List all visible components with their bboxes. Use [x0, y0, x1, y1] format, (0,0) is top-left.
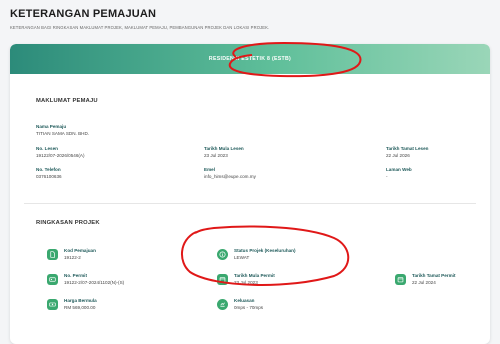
project-code-label: Kod Pemajuan	[64, 248, 96, 253]
page-header: KETERANGAN PEMAJUAN KETERANGAN BAGI RING…	[10, 8, 490, 30]
area-field: Keluasan 0mps - 70mps	[234, 298, 263, 310]
developer-name-label: Nama Pemaju	[36, 124, 67, 129]
project-status-label: Status Projek (Keseluruhan)	[234, 248, 296, 253]
license-end-value: 22 Jul 2026	[386, 152, 410, 158]
project-status-field: Status Projek (Keseluruhan) LEWAT	[234, 248, 296, 260]
area-icon	[217, 299, 228, 310]
project-status-value: LEWAT	[234, 254, 250, 260]
page-subtitle: KETERANGAN BAGI RINGKASAN MAKLUMAT PROJE…	[10, 25, 270, 30]
permit-start-value: 23 Jul 2023	[234, 279, 258, 285]
developer-name-field: Nama Pemaju TITIAN SAMA SDN. BHD.	[36, 124, 89, 136]
phone-field: No. Telefon 0376100636	[36, 167, 62, 179]
developer-name-value: TITIAN SAMA SDN. BHD.	[36, 130, 90, 136]
email-label: Emel	[204, 167, 215, 172]
calendar-end-icon	[395, 274, 406, 285]
license-end-label: Tarikh Tamat Lesen	[386, 146, 429, 151]
price-field: Harga Bermula RM 569,000.00	[64, 298, 97, 310]
website-value: -	[386, 173, 388, 179]
project-summary-section: RINGKASAN PROJEK Kod Pemajuan 19122-2 St…	[24, 209, 476, 344]
price-label: Harga Bermula	[64, 298, 97, 303]
website-label: Laman Web	[386, 167, 412, 172]
email-value[interactable]: info_hims@eupe.com.my	[204, 174, 256, 179]
phone-label: No. Telefon	[36, 167, 61, 172]
permit-end-label: Tarikh Tamat Permit	[412, 273, 456, 278]
license-start-value: 23 Jul 2023	[204, 152, 228, 158]
project-name: RESIDENSI ESTETIK 8 (ESTB)	[208, 56, 292, 62]
project-summary-title: RINGKASAN PROJEK	[36, 220, 100, 226]
permit-end-value: 22 Jul 2024	[412, 279, 436, 285]
page-title: KETERANGAN PEMAJUAN	[10, 8, 157, 20]
permit-start-field: Tarikh Mula Permit 23 Jul 2023	[234, 273, 275, 285]
license-field: No. Lesen 19122/07-2026/0546(A)	[36, 146, 85, 158]
license-label: No. Lesen	[36, 146, 58, 151]
website-field: Laman Web -	[386, 167, 412, 179]
license-end-field: Tarikh Tamat Lesen 22 Jul 2026	[386, 146, 428, 158]
permit-label: No. Permit	[64, 273, 87, 278]
license-value: 19122/07-2026/0546(A)	[36, 152, 85, 158]
project-card: RESIDENSI ESTETIK 8 (ESTB) MAKLUMAT PEMA…	[10, 44, 490, 344]
project-code-value: 19122-2	[64, 254, 81, 260]
email-field: Emel info_hims@eupe.com.my	[204, 167, 256, 179]
permit-start-label: Tarikh Mula Permit	[234, 273, 275, 278]
permit-value: 19122-2/07-2024/1102(N)-(S)	[64, 279, 125, 285]
project-band: RESIDENSI ESTETIK 8 (ESTB)	[10, 44, 490, 74]
area-label: Keluasan	[234, 298, 255, 303]
area-value: 0mps - 70mps	[234, 304, 264, 310]
license-start-label: Tarikh Mula Lesen	[204, 146, 244, 151]
license-start-field: Tarikh Mula Lesen 23 Jul 2023	[204, 146, 244, 158]
calendar-icon	[217, 274, 228, 285]
permit-end-field: Tarikh Tamat Permit 22 Jul 2024	[412, 273, 455, 285]
info-icon	[217, 249, 228, 260]
developer-section-title: MAKLUMAT PEMAJU	[36, 98, 98, 104]
phone-value: 0376100636	[36, 173, 62, 179]
project-code-field: Kod Pemajuan 19122-2	[64, 248, 96, 260]
money-icon	[47, 299, 58, 310]
developer-section: MAKLUMAT PEMAJU Nama Pemaju TITIAN SAMA …	[24, 84, 476, 204]
document-icon	[47, 249, 58, 260]
id-card-icon	[47, 274, 58, 285]
permit-field: No. Permit 19122-2/07-2024/1102(N)-(S)	[64, 273, 124, 285]
price-value: RM 569,000.00	[64, 304, 96, 310]
